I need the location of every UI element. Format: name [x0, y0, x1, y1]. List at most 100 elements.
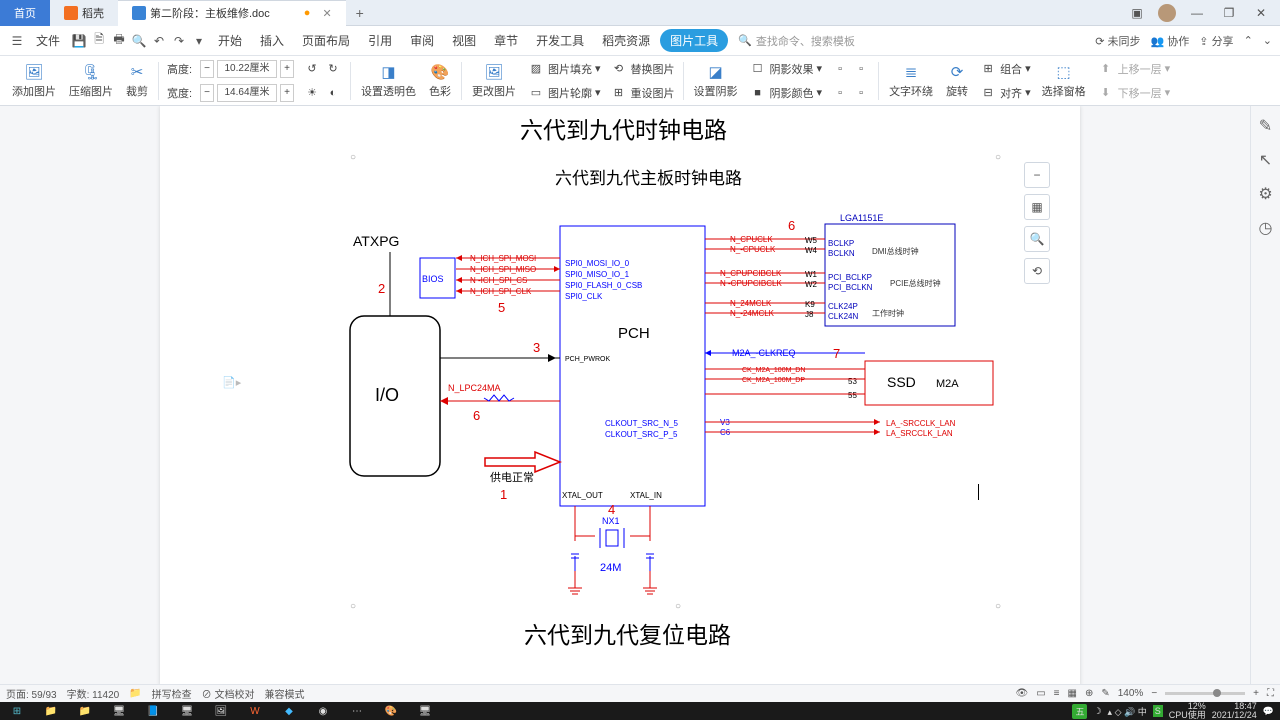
- float-search-icon[interactable]: 🔍: [1024, 226, 1050, 252]
- print-icon[interactable]: 🖶: [110, 32, 128, 50]
- tool-down-layer[interactable]: ⬇下移一层 ▾: [1097, 82, 1171, 104]
- status-folder-icon[interactable]: 📁: [129, 688, 141, 699]
- status-spell[interactable]: 拼写检查: [152, 686, 192, 701]
- menu-start[interactable]: 开始: [210, 30, 250, 51]
- side-clock-icon[interactable]: ◷: [1256, 218, 1276, 238]
- tab-docao[interactable]: 稻壳: [50, 0, 118, 26]
- menu-more[interactable]: ⌃: [1244, 34, 1253, 47]
- view-print-icon[interactable]: ▭: [1036, 688, 1045, 699]
- nudge-up-icon[interactable]: ▫: [831, 61, 849, 77]
- schematic-image[interactable]: I/O ATXPG BIOS PCH PCH_PWROK N_ICH_SPI_M…: [160, 176, 1060, 606]
- tool-replace-pic[interactable]: ⟲替换图片: [610, 58, 675, 80]
- status-words[interactable]: 字数: 11420: [67, 686, 120, 701]
- side-pencil-icon[interactable]: ✎: [1256, 116, 1276, 136]
- view-eye-icon[interactable]: 👁: [1016, 688, 1029, 699]
- float-minus-icon[interactable]: −: [1024, 162, 1050, 188]
- hamburger-icon[interactable]: ☰: [8, 32, 26, 50]
- float-layout-icon[interactable]: ▦: [1024, 194, 1050, 220]
- maximize-button[interactable]: ❐: [1218, 4, 1240, 22]
- save-icon[interactable]: 💾: [70, 32, 88, 50]
- view-outline-icon[interactable]: ≡: [1054, 688, 1060, 699]
- task-app9[interactable]: 🖥: [408, 702, 442, 720]
- contrast-icon[interactable]: ◐: [324, 85, 342, 101]
- start-button[interactable]: ⊞: [0, 702, 34, 720]
- preview-icon[interactable]: 🔍: [130, 32, 148, 50]
- menu-file[interactable]: 文件: [28, 30, 68, 51]
- float-crop-icon[interactable]: ⟲: [1024, 258, 1050, 284]
- dropdown-icon[interactable]: ▾: [190, 32, 208, 50]
- minimize-button[interactable]: —: [1186, 4, 1208, 22]
- view-read-icon[interactable]: ⊕: [1085, 688, 1093, 699]
- tray-moon-icon[interactable]: ☽: [1093, 706, 1101, 717]
- height-input[interactable]: 10.22厘米: [217, 60, 277, 78]
- task-app8[interactable]: 🎨: [374, 702, 408, 720]
- tool-select-pane[interactable]: ⬚选择窗格: [1036, 62, 1092, 99]
- task-app7[interactable]: ⋯: [340, 702, 374, 720]
- tool-rotate[interactable]: ⟳旋转: [940, 62, 974, 99]
- close-button[interactable]: ✕: [1250, 4, 1272, 22]
- task-app3[interactable]: 🖥: [170, 702, 204, 720]
- share-button[interactable]: ⇪ 分享: [1199, 33, 1233, 49]
- tool-up-layer[interactable]: ⬆上移一层 ▾: [1097, 58, 1171, 80]
- tool-shadow[interactable]: ◪设置阴影: [688, 62, 744, 99]
- menu-image-tools[interactable]: 图片工具: [660, 29, 728, 52]
- tool-shadow-color[interactable]: ■阴影颜色 ▾: [749, 82, 823, 104]
- tray-s-icon[interactable]: S: [1153, 705, 1163, 717]
- saveas-icon[interactable]: 🗎: [90, 32, 108, 50]
- menu-insert[interactable]: 插入: [252, 30, 292, 51]
- task-app1[interactable]: 🖥: [102, 702, 136, 720]
- menu-dev[interactable]: 开发工具: [528, 30, 592, 51]
- layout-icon[interactable]: ▣: [1126, 4, 1148, 22]
- zoom-value[interactable]: 140%: [1118, 688, 1144, 699]
- tab-document[interactable]: 第二阶段：主板维修.doc●✕: [118, 0, 346, 26]
- zoom-out-button[interactable]: −: [1151, 688, 1157, 699]
- new-tab-button[interactable]: +: [346, 5, 374, 21]
- width-inc[interactable]: +: [280, 84, 294, 102]
- tool-img-fill[interactable]: ▨图片填充 ▾: [527, 58, 601, 80]
- tool-img-outline[interactable]: ▭图片轮廓 ▾: [527, 82, 601, 104]
- tool-reset-pic[interactable]: ⊞重设图片: [610, 82, 675, 104]
- menu-view[interactable]: 视图: [444, 30, 484, 51]
- view-pen-icon[interactable]: ✎: [1101, 688, 1109, 699]
- redo-icon[interactable]: ↷: [170, 32, 188, 50]
- fullscreen-icon[interactable]: ⛶: [1267, 688, 1274, 699]
- menu-layout[interactable]: 页面布局: [294, 30, 358, 51]
- height-inc[interactable]: +: [280, 60, 294, 78]
- menu-expand[interactable]: ⌄: [1263, 34, 1272, 47]
- task-app4[interactable]: 🖼: [204, 702, 238, 720]
- rotate-right-icon[interactable]: ↻: [324, 61, 342, 77]
- tab-home[interactable]: 首页: [0, 0, 50, 26]
- task-explorer[interactable]: 📁: [34, 702, 68, 720]
- width-input[interactable]: 14.64厘米: [217, 84, 277, 102]
- menu-ref[interactable]: 引用: [360, 30, 400, 51]
- cpu-meter[interactable]: 12%CPU使用: [1169, 702, 1206, 720]
- tool-combine[interactable]: ⊞组合 ▾: [979, 58, 1031, 80]
- nudge-r-icon[interactable]: ▫: [852, 61, 870, 77]
- brightness-icon[interactable]: ☀: [303, 85, 321, 101]
- tab-close-icon[interactable]: ✕: [322, 7, 331, 20]
- tool-shadow-effect[interactable]: ☐阴影效果 ▾: [749, 58, 823, 80]
- task-wps[interactable]: W: [238, 702, 272, 720]
- menu-review[interactable]: 审阅: [402, 30, 442, 51]
- task-app5[interactable]: ◆: [272, 702, 306, 720]
- coop-button[interactable]: 👥 协作: [1151, 33, 1190, 49]
- task-folder2[interactable]: 📁: [68, 702, 102, 720]
- clock[interactable]: 18:472021/12/24: [1212, 702, 1257, 720]
- tray-icons[interactable]: ▴ ◇ 🔊 中: [1108, 705, 1147, 718]
- tool-crop[interactable]: ✂裁剪: [120, 62, 154, 99]
- side-gear-icon[interactable]: ⚙: [1256, 184, 1276, 204]
- status-page[interactable]: 页面: 59/93: [6, 686, 57, 701]
- menu-res[interactable]: 稻壳资源: [594, 30, 658, 51]
- ime-indicator[interactable]: 五: [1072, 704, 1087, 719]
- zoom-in-button[interactable]: +: [1253, 688, 1259, 699]
- zoom-slider[interactable]: [1165, 692, 1245, 695]
- tool-transparency[interactable]: ◨设置透明色: [355, 62, 422, 99]
- nudge-l-icon[interactable]: ▫: [852, 85, 870, 101]
- tool-compress[interactable]: 🗜压缩图片: [63, 62, 119, 99]
- tool-add-image[interactable]: 🖼添加图片: [6, 62, 62, 99]
- rotate-left-icon[interactable]: ↺: [303, 61, 321, 77]
- task-app6[interactable]: ◉: [306, 702, 340, 720]
- tool-wrap[interactable]: ≣文字环绕: [883, 62, 939, 99]
- width-dec[interactable]: −: [200, 84, 214, 102]
- task-app2[interactable]: 📘: [136, 702, 170, 720]
